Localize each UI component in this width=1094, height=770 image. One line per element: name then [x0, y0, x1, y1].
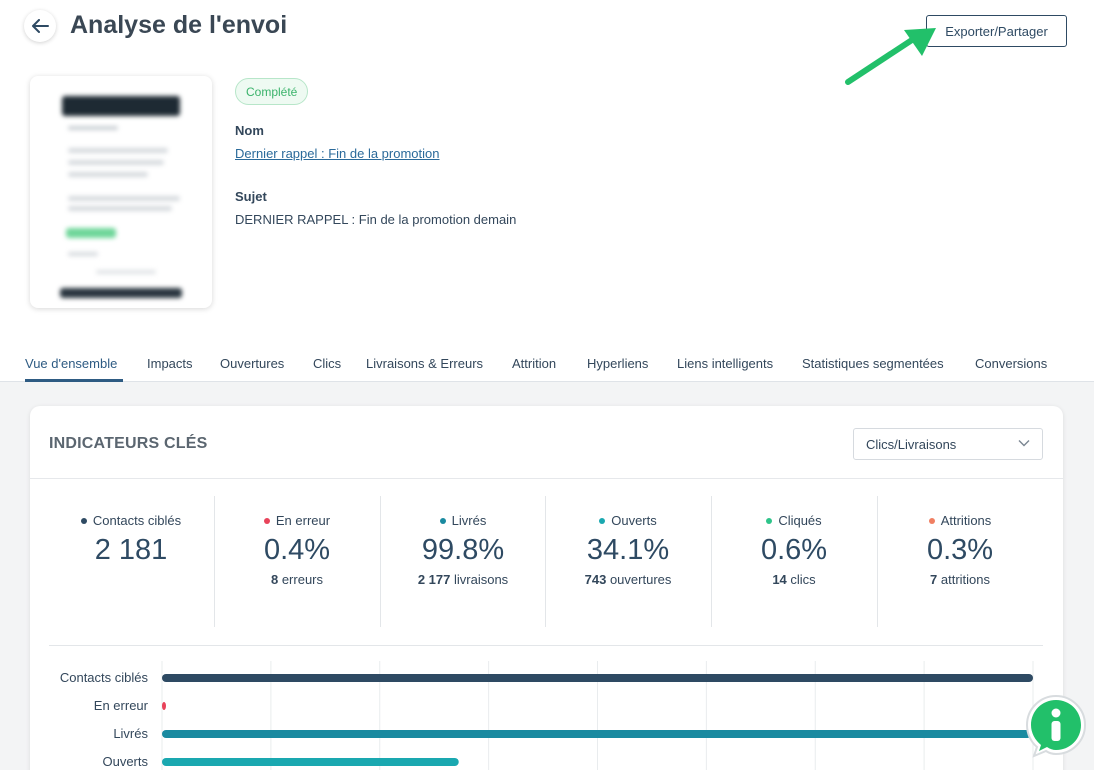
legend-dot-icon [439, 517, 446, 524]
metric-livres: Livrés 99.8% 2 177 livraisons [380, 496, 546, 627]
export-share-button[interactable]: Exporter/Partager [926, 15, 1067, 47]
legend-dot-icon [928, 517, 935, 524]
metric-contacts-cibles: Contacts ciblés 2 181 [48, 496, 214, 627]
metric-label: En erreur [275, 513, 331, 528]
metric-sub-text: attritions [940, 572, 990, 587]
tab-ouvertures[interactable]: Ouvertures [220, 356, 284, 371]
bar-chart: Contacts ciblés En erreur Livrés Ouverts [60, 661, 1034, 770]
metric-value: 0.6% [760, 534, 828, 566]
tab-statistiques-segmentees[interactable]: Statistiques segmentées [802, 356, 944, 371]
legend-dot-icon [599, 517, 606, 524]
metric-label: Ouverts [611, 513, 657, 528]
chart-category-label: Livrés [113, 726, 148, 741]
metric-select[interactable]: Clics/Livraisons [853, 428, 1043, 460]
page-title: Analyse de l'envoi [70, 11, 288, 39]
tab-impacts[interactable]: Impacts [147, 356, 193, 371]
metric-sub: 8 erreurs [214, 572, 380, 587]
metric-sub-count: 14 [772, 572, 787, 587]
metric-value: 2 181 [94, 534, 168, 566]
metric-cliques: Cliqués 0.6% 14 clics [711, 496, 877, 627]
chart-bar[interactable] [162, 730, 1032, 738]
tab-conversions[interactable]: Conversions [975, 356, 1047, 371]
metric-value: 34.1% [586, 534, 670, 566]
metric-sub-count: 2 177 [417, 572, 451, 587]
legend-dot-icon [766, 517, 773, 524]
arrow-left-icon [32, 19, 49, 33]
metric-sub-text: clics [790, 572, 816, 587]
tab-bar: Vue d'ensemble Impacts Ouvertures Clics … [0, 348, 1094, 382]
tab-hyperliens[interactable]: Hyperliens [587, 356, 648, 371]
chart-bar[interactable] [162, 758, 459, 766]
metric-select-value: Clics/Livraisons [866, 436, 957, 452]
metric-sub-count: 7 [930, 572, 938, 587]
annotation-arrow-icon [845, 28, 936, 85]
chart-bar[interactable] [162, 702, 166, 710]
metric-value: 0.4% [263, 534, 331, 566]
tab-vue-ensemble[interactable]: Vue d'ensemble [25, 356, 117, 371]
metric-sub-text: ouvertures [609, 572, 672, 587]
key-indicators-card: INDICATEURS CLÉS Clics/Livraisons Contac… [30, 406, 1063, 770]
metric-label: Attritions [940, 513, 992, 528]
chart-divider [49, 645, 1043, 646]
metric-value: 99.8% [421, 534, 505, 566]
subject-label: Sujet [235, 189, 267, 204]
tab-liens-intelligents[interactable]: Liens intelligents [677, 356, 773, 371]
campaign-name-link[interactable]: Dernier rappel : Fin de la promotion [235, 146, 440, 161]
chart-category-label: Ouverts [102, 754, 148, 769]
chart-category-label: Contacts ciblés [60, 670, 149, 685]
tab-attrition[interactable]: Attrition [512, 356, 556, 371]
metric-label: Cliqués [778, 513, 822, 528]
metric-ouverts: Ouverts 34.1% 743 ouvertures [545, 496, 711, 627]
metric-sub: 2 177 livraisons [380, 572, 546, 587]
metric-sub-count: 743 [584, 572, 607, 587]
metric-sub: 743 ouvertures [545, 572, 711, 587]
chart-category-label: En erreur [94, 698, 149, 713]
name-label: Nom [235, 123, 264, 138]
metric-attritions: Attritions 0.3% 7 attritions [877, 496, 1043, 627]
tab-clics[interactable]: Clics [313, 356, 341, 371]
metric-label: Contacts ciblés [92, 513, 182, 528]
metric-sub-count: 8 [270, 572, 279, 587]
status-badge: Complété [235, 78, 309, 105]
card-title: INDICATEURS CLÉS [49, 435, 208, 452]
tab-livraisons-erreurs[interactable]: Livraisons & Erreurs [366, 356, 483, 371]
legend-dot-icon [263, 517, 270, 524]
chart-bar[interactable] [162, 674, 1033, 682]
card-divider [30, 478, 1063, 479]
email-preview-thumbnail[interactable] [30, 76, 212, 308]
metric-sub-text: livraisons [453, 572, 509, 587]
legend-dot-icon [80, 517, 87, 524]
metric-sub-text: erreurs [281, 572, 324, 587]
chevron-down-icon [1018, 440, 1030, 447]
back-button[interactable] [24, 10, 56, 42]
info-help-icon[interactable] [1024, 694, 1088, 758]
metric-label: Livrés [451, 513, 487, 528]
metric-sub: 14 clics [711, 572, 877, 587]
metric-sub: 7 attritions [877, 572, 1043, 587]
subject-value: DERNIER RAPPEL : Fin de la promotion dem… [235, 212, 517, 227]
metric-value: 0.3% [926, 534, 994, 566]
metric-en-erreur: En erreur 0.4% 8 erreurs [214, 496, 380, 627]
